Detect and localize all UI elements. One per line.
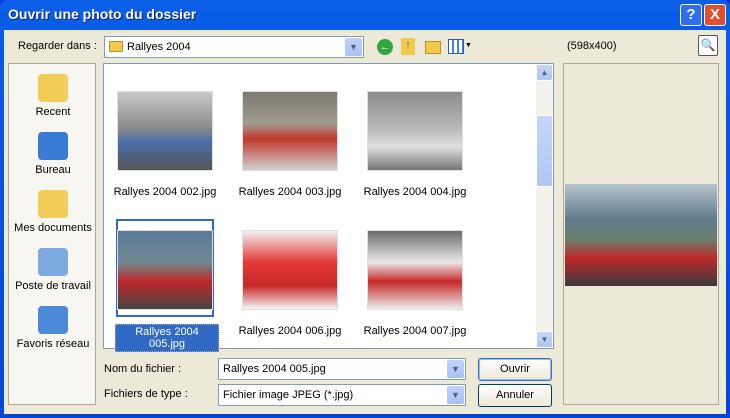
look-in-dropdown[interactable]: Rallyes 2004 ▼ xyxy=(104,36,364,58)
cancel-button[interactable]: Annuler xyxy=(478,384,552,407)
scroll-up-icon[interactable]: ▲ xyxy=(536,64,553,81)
folder-icon xyxy=(109,41,123,52)
file-list[interactable]: ▲ ▼ Rallyes 2004 002.jpg Rallyes 2004 003… xyxy=(103,63,554,352)
scroll-thumb[interactable] xyxy=(536,115,553,187)
chevron-down-icon[interactable]: ▼ xyxy=(447,386,464,404)
thumbnail-image[interactable] xyxy=(367,230,463,310)
close-button[interactable]: X xyxy=(704,4,726,26)
thumbnail-image[interactable] xyxy=(367,91,463,171)
file-name[interactable]: Rallyes 2004 006.jpg xyxy=(230,324,350,338)
open-photo-dialog: Ouvrir une photo du dossier ? X Regarder… xyxy=(0,0,730,418)
look-in-label: Regarder dans : xyxy=(18,40,97,52)
network-icon xyxy=(38,306,68,334)
preview-pane xyxy=(563,63,719,405)
filetype-label: Fichiers de type : xyxy=(104,388,188,400)
file-name[interactable]: Rallyes 2004 005.jpg xyxy=(115,324,219,352)
filetype-dropdown[interactable]: Fichier image JPEG (*.jpg) ▼ xyxy=(218,384,466,406)
back-icon[interactable]: ← xyxy=(377,39,393,55)
place-label: Poste de travail xyxy=(15,280,91,292)
place-recent[interactable]: Recent xyxy=(9,74,97,118)
open-button[interactable]: Ouvrir xyxy=(478,358,552,381)
view-menu-icon[interactable] xyxy=(448,39,464,54)
my-computer-icon xyxy=(38,248,68,276)
dialog-title: Ouvrir une photo du dossier xyxy=(8,6,197,22)
place-label: Favoris réseau xyxy=(16,338,90,350)
my-documents-icon xyxy=(38,190,68,218)
view-menu-arrow-icon[interactable]: ▼ xyxy=(465,42,472,49)
file-name[interactable]: Rallyes 2004 007.jpg xyxy=(355,324,475,338)
help-button[interactable]: ? xyxy=(680,4,702,26)
place-label: Mes documents xyxy=(14,222,92,234)
file-name[interactable]: Rallyes 2004 004.jpg xyxy=(355,185,475,199)
thumbnail-image[interactable] xyxy=(242,91,338,171)
file-name[interactable]: Rallyes 2004 002.jpg xyxy=(105,185,225,199)
chevron-down-icon[interactable]: ▼ xyxy=(447,360,464,378)
look-in-value: Rallyes 2004 xyxy=(127,41,191,53)
preview-toggle-icon[interactable]: 🔍 xyxy=(698,35,718,56)
place-my-computer[interactable]: Poste de travail xyxy=(9,248,97,292)
desktop-icon xyxy=(38,132,68,160)
scroll-down-icon[interactable]: ▼ xyxy=(536,331,553,348)
preview-image xyxy=(565,184,717,286)
filename-value: Rallyes 2004 005.jpg xyxy=(223,363,326,375)
thumbnail-image[interactable] xyxy=(117,91,213,171)
place-label: Bureau xyxy=(35,164,71,176)
thumbnail-image[interactable] xyxy=(242,230,338,310)
places-bar: Recent Bureau Mes documents Poste de travai… xyxy=(8,63,96,405)
scrollbar[interactable]: ▲ ▼ xyxy=(536,64,553,348)
filename-label: Nom du fichier : xyxy=(104,363,182,375)
place-desktop[interactable]: Bureau xyxy=(9,132,97,176)
dialog-body: Regarder dans : Rallyes 2004 ▼ ← ↑ ▼ (59… xyxy=(4,30,726,414)
filename-input[interactable]: Rallyes 2004 005.jpg ▼ xyxy=(218,358,466,380)
place-my-documents[interactable]: Mes documents xyxy=(9,190,97,234)
place-label: Recent xyxy=(35,106,71,118)
filetype-value: Fichier image JPEG (*.jpg) xyxy=(223,389,354,401)
chevron-down-icon[interactable]: ▼ xyxy=(345,38,362,56)
recent-icon xyxy=(38,74,68,102)
up-folder-icon[interactable]: ↑ xyxy=(401,38,415,55)
preview-size: (598x400) xyxy=(567,40,617,52)
new-folder-icon[interactable] xyxy=(425,41,441,54)
file-name[interactable]: Rallyes 2004 003.jpg xyxy=(230,185,350,199)
place-network[interactable]: Favoris réseau xyxy=(9,306,97,350)
thumbnail-image[interactable] xyxy=(117,230,213,310)
